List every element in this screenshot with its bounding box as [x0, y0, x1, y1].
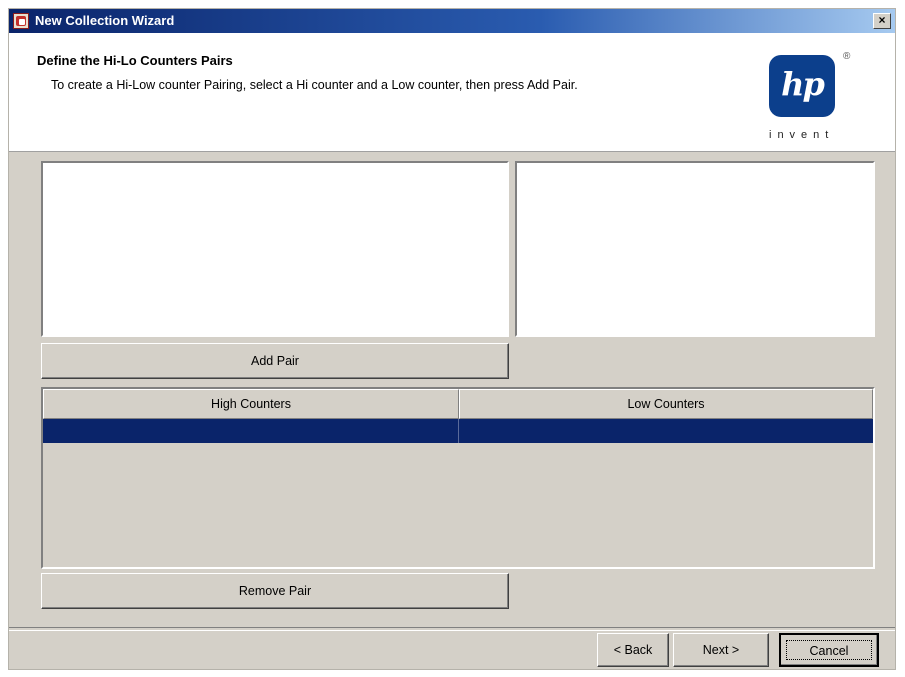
footer-divider	[9, 627, 895, 631]
table-row[interactable]	[43, 419, 873, 443]
back-button[interactable]: < Back	[597, 633, 669, 667]
table-cell-low	[459, 419, 873, 443]
high-counters-list[interactable]	[41, 161, 509, 337]
close-button[interactable]: ×	[873, 13, 891, 29]
registered-mark: ®	[843, 51, 851, 62]
title-bar[interactable]: New Collection Wizard ×	[9, 9, 895, 33]
low-counters-list[interactable]	[515, 161, 875, 337]
logo-tagline: invent	[769, 129, 835, 141]
logo-text: hp	[781, 65, 825, 103]
window-title: New Collection Wizard	[35, 13, 175, 28]
wizard-header: Define the Hi-Lo Counters Pairs To creat…	[9, 33, 895, 152]
next-button[interactable]: Next >	[673, 633, 769, 667]
table-cell-high	[43, 419, 459, 443]
hp-logo-icon: hp	[769, 55, 835, 117]
pairs-table[interactable]: High Counters Low Counters	[41, 387, 875, 569]
app-icon	[13, 13, 29, 29]
focus-rect	[786, 640, 872, 660]
wizard-window: New Collection Wizard × Define the Hi-Lo…	[8, 8, 896, 670]
step-title: Define the Hi-Lo Counters Pairs	[37, 53, 233, 68]
step-description: To create a Hi-Low counter Pairing, sele…	[51, 78, 578, 92]
column-header-high[interactable]: High Counters	[43, 389, 459, 419]
column-header-low[interactable]: Low Counters	[459, 389, 873, 419]
cancel-button[interactable]: Cancel	[779, 633, 879, 667]
remove-pair-button[interactable]: Remove Pair	[41, 573, 509, 609]
add-pair-button[interactable]: Add Pair	[41, 343, 509, 379]
